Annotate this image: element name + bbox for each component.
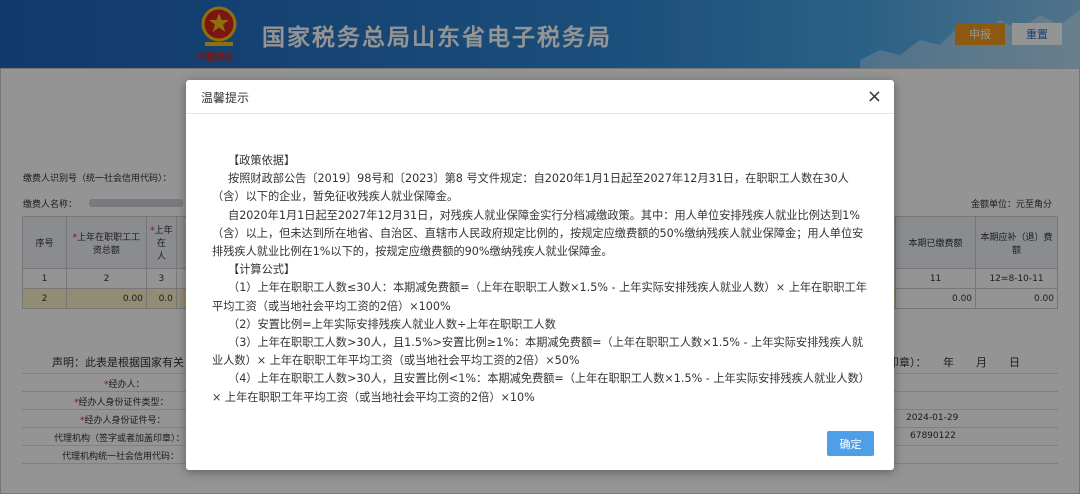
formula-heading: 【计算公式】	[228, 263, 296, 277]
formula-4: （4）上年在职职工人数>30人，且安置比例<1%：本期减免费额=（上年在职职工人…	[212, 372, 870, 404]
dialog-title: 温馨提示	[201, 91, 250, 105]
policy-text-2: 自2020年1月1日起至2027年12月31日，对残疾人就业保障金实行分档减缴政…	[212, 208, 864, 259]
ok-button[interactable]: 确定	[827, 431, 874, 456]
formula-3: （3）上年在职职工人数>30人，且1.5%>安置比例≥1%：本期减免费额=（上年…	[212, 336, 864, 368]
dialog-header: 温馨提示 ×	[186, 80, 894, 114]
dialog-body: 【政策依据】 按照财政部公告〔2019〕98号和〔2023〕第8 号文件规定：自…	[212, 152, 872, 407]
tips-dialog: 温馨提示 × 【政策依据】 按照财政部公告〔2019〕98号和〔2023〕第8 …	[186, 80, 894, 470]
close-icon[interactable]: ×	[867, 86, 882, 107]
formula-2: （2）安置比例=上年实际安排残疾人就业人数÷上年在职职工人数	[228, 317, 556, 331]
formula-1: （1）上年在职职工人数≤30人：本期减免费额=（上年在职职工人数×1.5% - …	[212, 281, 867, 313]
policy-heading: 【政策依据】	[228, 154, 296, 167]
policy-text-1: 按照财政部公告〔2019〕98号和〔2023〕第8 号文件规定：自2020年1月…	[212, 172, 849, 204]
